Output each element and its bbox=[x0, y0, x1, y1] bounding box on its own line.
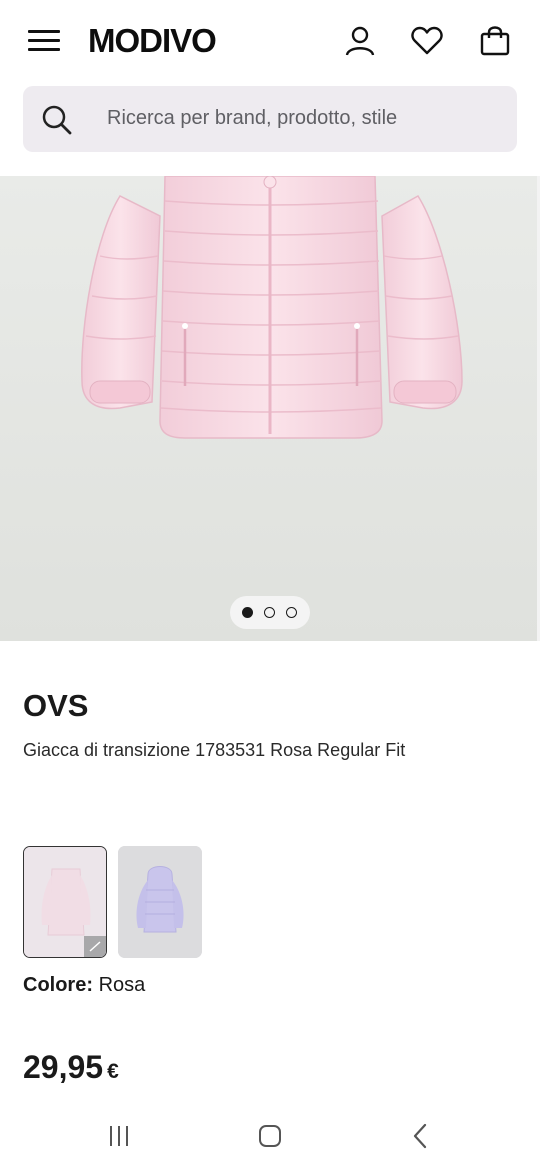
unavailable-badge-icon bbox=[84, 936, 106, 957]
gallery-dot-2[interactable] bbox=[264, 607, 275, 618]
product-image bbox=[0, 176, 540, 641]
gallery-pagination bbox=[230, 596, 310, 629]
gallery-dot-3[interactable] bbox=[286, 607, 297, 618]
product-price: 29,95 € bbox=[23, 1049, 119, 1086]
product-image-gallery[interactable] bbox=[0, 176, 540, 641]
search-bar[interactable]: Ricerca per brand, prodotto, stile bbox=[23, 86, 517, 152]
product-title: Giacca di transizione 1783531 Rosa Regul… bbox=[23, 740, 406, 760]
menu-icon[interactable] bbox=[28, 28, 62, 52]
back-icon[interactable] bbox=[404, 1119, 438, 1153]
price-currency: € bbox=[107, 1060, 119, 1083]
site-logo[interactable]: MODIVO bbox=[88, 22, 217, 60]
product-page: MODIVO Ricerca per brand, prodotto, stil… bbox=[0, 0, 540, 1165]
product-brand[interactable]: OVS bbox=[23, 688, 88, 724]
heart-icon[interactable] bbox=[410, 24, 444, 58]
search-icon bbox=[41, 104, 73, 136]
color-value: Rosa bbox=[98, 974, 146, 996]
user-icon[interactable] bbox=[343, 24, 377, 58]
gallery-dot-1[interactable] bbox=[242, 607, 253, 618]
selected-color: Colore: Rosa bbox=[23, 974, 145, 997]
color-swatch-lilla[interactable] bbox=[118, 846, 202, 958]
system-navigation-bar bbox=[0, 1105, 540, 1165]
bag-icon[interactable] bbox=[478, 24, 512, 58]
top-header: MODIVO bbox=[0, 0, 540, 80]
color-label: Colore: bbox=[23, 974, 93, 996]
recent-apps-icon[interactable] bbox=[102, 1119, 136, 1153]
home-icon[interactable] bbox=[253, 1119, 287, 1153]
swatch-image-lilla bbox=[118, 846, 202, 958]
price-value: 29,95 bbox=[23, 1049, 104, 1085]
color-swatch-rosa[interactable] bbox=[23, 846, 107, 958]
search-placeholder: Ricerca per brand, prodotto, stile bbox=[107, 107, 398, 129]
